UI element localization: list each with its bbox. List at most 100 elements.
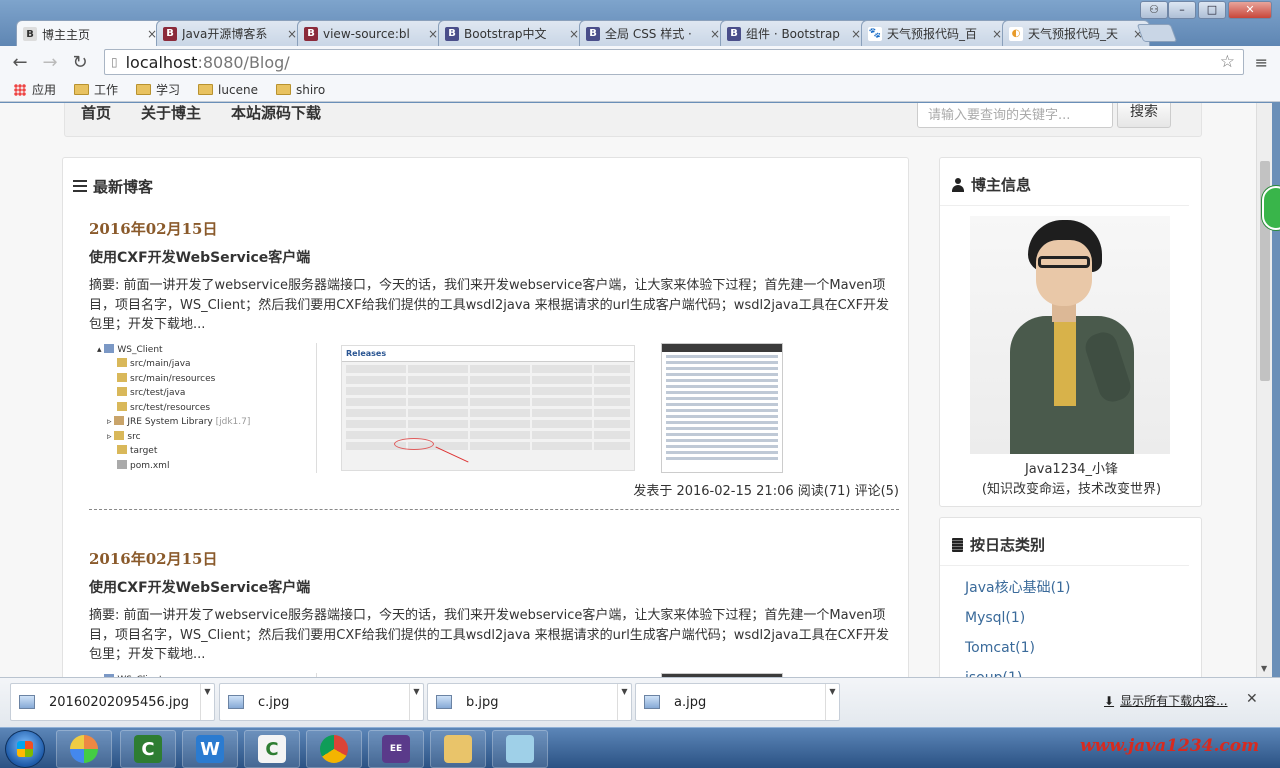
tab-bootstrap-cn[interactable]: B Bootstrap中文 × (438, 20, 586, 46)
chevron-down-icon[interactable]: ▼ (409, 684, 423, 720)
nav-source-download[interactable]: 本站源码下载 (231, 103, 321, 123)
post-title-link[interactable]: 使用CXF开发WebService客户端 (89, 577, 899, 597)
taskbar-app[interactable] (492, 730, 548, 768)
user-icon (952, 177, 964, 192)
address-bar[interactable]: ▯ localhost:8080/Blog/ ☆ (104, 49, 1244, 75)
user-icon[interactable]: ⚇ (1140, 1, 1168, 19)
releases-screenshot-image[interactable]: Releases (341, 344, 635, 471)
site-watermark: www.java1234.com (1080, 736, 1260, 756)
bookmark-study[interactable]: 学习 (136, 81, 180, 98)
post-title-link[interactable]: 使用CXF开发WebService客户端 (89, 247, 899, 267)
search-button[interactable]: 搜索 (1117, 103, 1171, 128)
close-icon[interactable]: × (851, 27, 861, 41)
tab-label: Java开源博客系 (182, 27, 268, 41)
taskbar-app[interactable]: C (120, 730, 176, 768)
blog-post: 2016年02月15日 使用CXF开发WebService客户端 摘要: 前面一… (89, 548, 899, 677)
show-all-downloads-link[interactable]: ⬇ 显示所有下载内容... (1104, 692, 1228, 709)
taskbar-app[interactable]: C (244, 730, 300, 768)
menu-icon[interactable]: ≡ (1255, 53, 1268, 72)
tree-item: src (127, 431, 141, 442)
page-icon: ▯ (111, 55, 118, 69)
tab-components[interactable]: B 组件 · Bootstrap × (720, 20, 868, 46)
bootstrap-icon: B (304, 26, 318, 41)
download-item[interactable]: c.jpg ▼ (219, 683, 424, 721)
tab-label: 天气预报代码_天 (1028, 27, 1119, 41)
tab-java-blog[interactable]: B Java开源博客系 × (156, 20, 304, 46)
download-item[interactable]: 20160202095456.jpg ▼ (10, 683, 215, 721)
taskbar-app[interactable] (56, 730, 112, 768)
close-icon[interactable]: × (710, 27, 720, 41)
category-link[interactable]: Tomcat(1) (965, 638, 1201, 668)
bootstrap-icon: B (586, 26, 600, 41)
image-file-icon (228, 695, 244, 709)
bookmark-lucene[interactable]: lucene (198, 83, 258, 97)
reload-icon[interactable]: ↻ (66, 48, 94, 76)
tab-weather-baidu[interactable]: 🐾 天气预报代码_百 × (861, 20, 1009, 46)
taskbar-app[interactable] (430, 730, 486, 768)
download-filename: a.jpg (674, 694, 707, 710)
back-arrow-icon[interactable]: ← (6, 48, 34, 76)
image-file-icon (644, 695, 660, 709)
forward-arrow-icon[interactable]: → (36, 48, 64, 76)
download-filename: 20160202095456.jpg (49, 694, 190, 710)
close-icon[interactable]: × (992, 27, 1002, 41)
bootstrap-icon: B (727, 26, 741, 41)
download-item[interactable]: b.jpg ▼ (427, 683, 632, 721)
chevron-down-icon[interactable]: ▼ (825, 684, 839, 720)
tab-blog-home[interactable]: B 博主主页 × (16, 20, 164, 47)
tree-item: src/test/resources (130, 402, 211, 413)
bookmark-apps[interactable]: 应用 (14, 81, 56, 98)
new-tab-button[interactable] (1136, 24, 1178, 42)
chrome-icon (320, 735, 348, 763)
blogger-info-panel: 博主信息 Java1234_小锋 (知识改变命运，技术改变世界) (939, 157, 1202, 507)
close-icon[interactable]: × (428, 27, 438, 41)
tree-item: target (130, 446, 158, 456)
minimize-icon[interactable]: – (1168, 1, 1196, 19)
chevron-down-icon[interactable]: ▼ (617, 684, 631, 720)
window-close-icon[interactable]: ✕ (1228, 1, 1272, 19)
nav-home[interactable]: 首页 (81, 103, 111, 123)
download-item[interactable]: a.jpg ▼ (635, 683, 840, 721)
close-icon[interactable]: × (569, 27, 579, 41)
apps-grid-icon (14, 83, 26, 96)
tab-global-css[interactable]: B 全局 CSS 样式 · × (579, 20, 727, 46)
category-link[interactable]: jsoup(1) (965, 668, 1201, 677)
panel-heading-text: 博主信息 (971, 176, 1032, 194)
nav-about[interactable]: 关于博主 (141, 103, 201, 123)
bookmark-shiro[interactable]: shiro (275, 82, 326, 97)
bootstrap-icon: B (445, 26, 459, 41)
search-input[interactable]: 请输入要查询的关键字... (917, 103, 1113, 128)
tree-item: src/main/resources (130, 373, 216, 384)
close-icon[interactable]: ✕ (1246, 691, 1258, 707)
blogger-motto: (知识改变命运，技术改变世界) (981, 482, 1162, 497)
folder-icon (74, 84, 90, 95)
tab-label: 组件 · Bootstrap (746, 27, 840, 41)
bootstrap-icon: B (163, 26, 177, 41)
tab-strip: B 博主主页 × B Java开源博客系 × B view-source:bl … (0, 0, 1280, 47)
tab-weather-tian[interactable]: ◐ 天气预报代码_天 × (1002, 20, 1150, 46)
chevron-down-icon[interactable]: ▼ (200, 684, 214, 720)
bookmark-work[interactable]: 工作 (74, 81, 118, 98)
url-path: :8080/Blog/ (197, 52, 290, 72)
tree-item: WS_Client (117, 344, 163, 355)
category-link[interactable]: Java核心基础(1) (965, 578, 1201, 608)
start-button[interactable] (5, 730, 45, 768)
taskbar-app[interactable]: W (182, 730, 238, 768)
book-icon (952, 537, 963, 552)
floating-widget[interactable] (1262, 186, 1280, 230)
file-list-image[interactable] (661, 342, 783, 473)
tree-item-jdk: [jdk1.7] (215, 417, 251, 427)
tab-view-source[interactable]: B view-source:bl × (297, 20, 445, 46)
close-icon[interactable]: × (287, 27, 297, 41)
maximize-icon[interactable]: □ (1198, 1, 1226, 19)
project-tree-image[interactable]: ▴ WS_Client src/main/java src/main/resou… (89, 342, 317, 473)
taskbar-app[interactable]: EE (368, 730, 424, 768)
category-link[interactable]: Mysql(1) (965, 608, 1201, 638)
bookmark-label: shiro (295, 82, 326, 97)
browser-toolbar: ← → ↻ ▯ localhost:8080/Blog/ ☆ ≡ (0, 46, 1280, 78)
eclipse-icon: EE (382, 735, 410, 763)
bookmark-star-icon[interactable]: ☆ (1220, 52, 1235, 72)
taskbar-chrome[interactable] (306, 730, 362, 768)
post-meta: 发表于 2016-02-15 21:06 阅读(71) 评论(5) (633, 484, 899, 499)
scroll-down-icon[interactable]: ▼ (1261, 664, 1267, 673)
